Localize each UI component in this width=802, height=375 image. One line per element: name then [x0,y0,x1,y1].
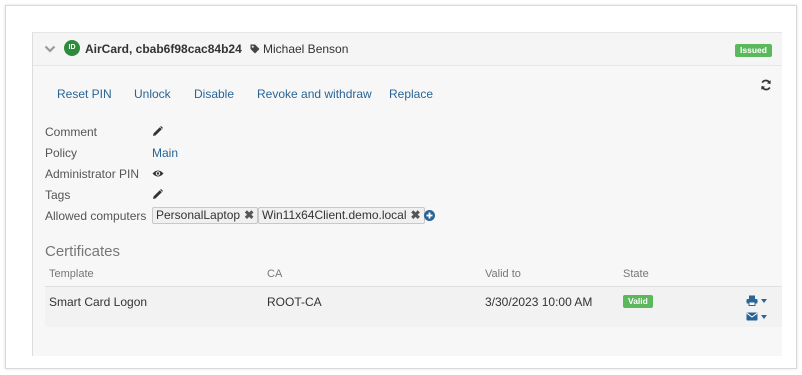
comment-label: Comment [45,125,98,139]
column-template: Template [49,268,94,280]
mail-dropdown-caret[interactable] [761,315,767,319]
cert-valid-to: 3/30/2023 10:00 AM [485,295,593,309]
smartcard-panel: ID AirCard, cbab6f98cac84b24 Michael Ben… [32,32,782,356]
computer-tag: Win11x64Client.demo.local ✖ [258,207,425,224]
pencil-icon[interactable] [152,189,163,200]
allowed-computers-label: Allowed computers [45,209,147,223]
chevron-down-icon[interactable] [44,43,56,55]
refresh-icon[interactable] [760,79,772,91]
remove-icon[interactable]: ✖ [411,208,421,222]
remove-icon[interactable]: ✖ [244,208,254,222]
tag-icon [250,44,260,54]
disable-button[interactable]: Disable [194,87,234,101]
computer-tag: PersonalLaptop ✖ [152,207,259,224]
card-owner: Michael Benson [263,42,349,56]
replace-button[interactable]: Replace [389,87,433,101]
status-badge: Issued [735,44,772,57]
card-title: AirCard, cbab6f98cac84b24 [85,42,242,56]
plus-circle-icon[interactable] [424,210,435,221]
card-header[interactable]: ID AirCard, cbab6f98cac84b24 Michael Ben… [33,33,782,66]
pencil-icon[interactable] [152,126,163,137]
eye-icon[interactable] [152,169,164,178]
policy-link[interactable]: Main [152,146,178,160]
column-state: State [623,268,649,280]
policy-label: Policy [45,146,78,160]
card-container: ID AirCard, cbab6f98cac84b24 Michael Ben… [5,5,797,369]
column-valid-to: Valid to [485,268,521,280]
revoke-and-withdraw-button[interactable]: Revoke and withdraw [257,87,372,101]
cert-template: Smart Card Logon [49,295,148,309]
reset-pin-button[interactable]: Reset PIN [57,87,112,101]
smartcard-icon: ID [64,40,80,56]
admin-pin-label: Administrator PIN [45,167,140,181]
tags-label: Tags [45,188,71,202]
print-icon[interactable] [746,295,758,306]
envelope-icon[interactable] [746,311,758,322]
column-ca: CA [267,268,283,280]
certificates-heading: Certificates [45,243,121,260]
unlock-button[interactable]: Unlock [134,87,171,101]
cert-state-badge: Valid [623,295,653,308]
cert-ca: ROOT-CA [267,295,322,309]
table-row: Smart Card Logon ROOT-CA 3/30/2023 10:00… [45,287,782,327]
print-dropdown-caret[interactable] [761,299,767,303]
